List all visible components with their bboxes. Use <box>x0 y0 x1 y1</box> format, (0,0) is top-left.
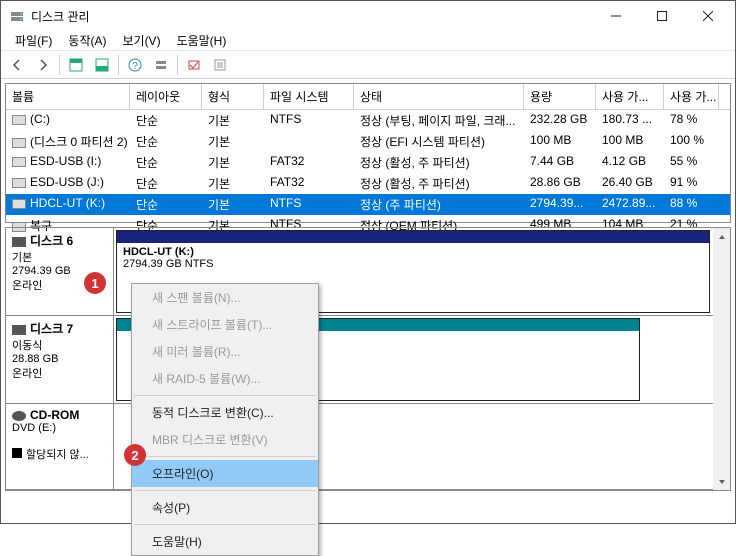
menu-help[interactable]: 도움말(H) <box>169 32 235 49</box>
close-button[interactable] <box>685 1 731 31</box>
menu-view[interactable]: 보기(V) <box>114 32 168 49</box>
scroll-down-button[interactable] <box>713 473 730 490</box>
ctx-offline[interactable]: 오프라인(O) <box>132 460 318 487</box>
annotation-badge-1: 1 <box>84 272 106 294</box>
context-menu: 새 스팬 볼륨(N)... 새 스트라이프 볼륨(T)... 새 미러 볼륨(R… <box>131 283 319 556</box>
help-button[interactable]: ? <box>123 53 147 77</box>
menubar: 파일(F) 동작(A) 보기(V) 도움말(H) <box>1 31 735 51</box>
maximize-button[interactable] <box>639 1 685 31</box>
svg-text:?: ? <box>132 61 138 72</box>
ctx-convert-mbr[interactable]: MBR 디스크로 변환(V) <box>132 426 318 453</box>
disk-6-type: 기본 <box>12 249 107 265</box>
partition-name: HDCL-UT (K:) <box>123 246 703 258</box>
col-capacity[interactable]: 용량 <box>524 84 596 109</box>
cdrom-status: 할당되지 않... <box>26 449 89 461</box>
ctx-new-raid5[interactable]: 새 RAID-5 볼륨(W)... <box>132 365 318 392</box>
disk-row-cdrom[interactable]: CD-ROM DVD (E:) 할당되지 않... <box>6 404 730 490</box>
view-list-button[interactable] <box>64 53 88 77</box>
disk-icon <box>12 237 26 247</box>
ctx-new-span[interactable]: 새 스팬 볼륨(N)... <box>132 284 318 311</box>
col-free[interactable]: 사용 가... <box>596 84 664 109</box>
ctx-new-stripe[interactable]: 새 스트라이프 볼륨(T)... <box>132 311 318 338</box>
scroll-up-button[interactable] <box>713 228 730 245</box>
table-row[interactable]: HDCL-UT (K:)단순기본NTFS정상 (주 파티션)2794.39...… <box>6 194 730 215</box>
disk-info-7: 디스크 7 이동식 28.88 GB 온라인 <box>6 316 114 403</box>
window-title: 디스크 관리 <box>31 8 593 25</box>
menu-file[interactable]: 파일(F) <box>7 32 60 49</box>
ctx-convert-dynamic[interactable]: 동적 디스크로 변환(C)... <box>132 399 318 426</box>
back-button[interactable] <box>5 53 29 77</box>
ctx-properties[interactable]: 속성(P) <box>132 494 318 521</box>
action-button[interactable] <box>182 53 206 77</box>
refresh-button[interactable] <box>149 53 173 77</box>
col-status[interactable]: 상태 <box>354 84 524 109</box>
disk-icon <box>12 325 26 335</box>
col-type[interactable]: 형식 <box>202 84 264 109</box>
column-headers: 볼륨 레이아웃 형식 파일 시스템 상태 용량 사용 가... 사용 가... <box>6 84 730 110</box>
menu-action[interactable]: 동작(A) <box>60 32 114 49</box>
ctx-help[interactable]: 도움말(H) <box>132 528 318 555</box>
col-layout[interactable]: 레이아웃 <box>130 84 202 109</box>
disk-6-name: 디스크 6 <box>30 234 73 248</box>
volume-icon <box>12 115 26 125</box>
table-row[interactable]: (디스크 0 파티션 2)단순기본정상 (EFI 시스템 파티션)100 MB1… <box>6 131 730 152</box>
cdrom-type: DVD (E:) <box>12 422 107 434</box>
col-pct[interactable]: 사용 가... <box>664 84 719 109</box>
disk-7-type: 이동식 <box>12 337 107 353</box>
titlebar: 디스크 관리 <box>1 1 735 31</box>
cdrom-name: CD-ROM <box>30 408 79 422</box>
table-row[interactable]: ESD-USB (I:)단순기본FAT32정상 (활성, 주 파티션)7.44 … <box>6 152 730 173</box>
volume-icon <box>12 178 26 188</box>
col-volume[interactable]: 볼륨 <box>6 84 130 109</box>
properties-button[interactable] <box>208 53 232 77</box>
forward-button[interactable] <box>31 53 55 77</box>
table-row[interactable]: ESD-USB (J:)단순기본FAT32정상 (활성, 주 파티션)28.86… <box>6 173 730 194</box>
app-icon <box>9 8 25 24</box>
volume-icon <box>12 199 26 209</box>
scrollbar-vertical[interactable] <box>713 228 730 490</box>
col-fs[interactable]: 파일 시스템 <box>264 84 354 109</box>
disk-7-status: 온라인 <box>12 365 107 381</box>
annotation-badge-2: 2 <box>124 444 146 466</box>
partition-info: 2794.39 GB NTFS <box>123 258 703 270</box>
volume-list: 볼륨 레이아웃 형식 파일 시스템 상태 용량 사용 가... 사용 가... … <box>5 83 731 223</box>
ctx-new-mirror[interactable]: 새 미러 볼륨(R)... <box>132 338 318 365</box>
table-row[interactable]: (C:)단순기본NTFS정상 (부팅, 페이지 파일, 크래...232.28 … <box>6 110 730 131</box>
disk-7-size: 28.88 GB <box>12 353 107 365</box>
volume-icon <box>12 157 26 167</box>
disk-row-6[interactable]: 디스크 6 기본 2794.39 GB 온라인 HDCL-UT (K:) 279… <box>6 228 730 316</box>
disk-row-7[interactable]: 디스크 7 이동식 28.88 GB 온라인 <box>6 316 730 404</box>
disk-7-name: 디스크 7 <box>30 322 73 336</box>
disk-info-cdrom: CD-ROM DVD (E:) 할당되지 않... <box>6 404 114 489</box>
view-graphical-button[interactable] <box>90 53 114 77</box>
disk-graphical-view: 디스크 6 기본 2794.39 GB 온라인 HDCL-UT (K:) 279… <box>5 227 731 491</box>
minimize-button[interactable] <box>593 1 639 31</box>
cdrom-icon <box>12 411 26 421</box>
partition-header <box>117 231 709 243</box>
toolbar: ? <box>1 51 735 79</box>
volume-icon <box>12 138 26 148</box>
